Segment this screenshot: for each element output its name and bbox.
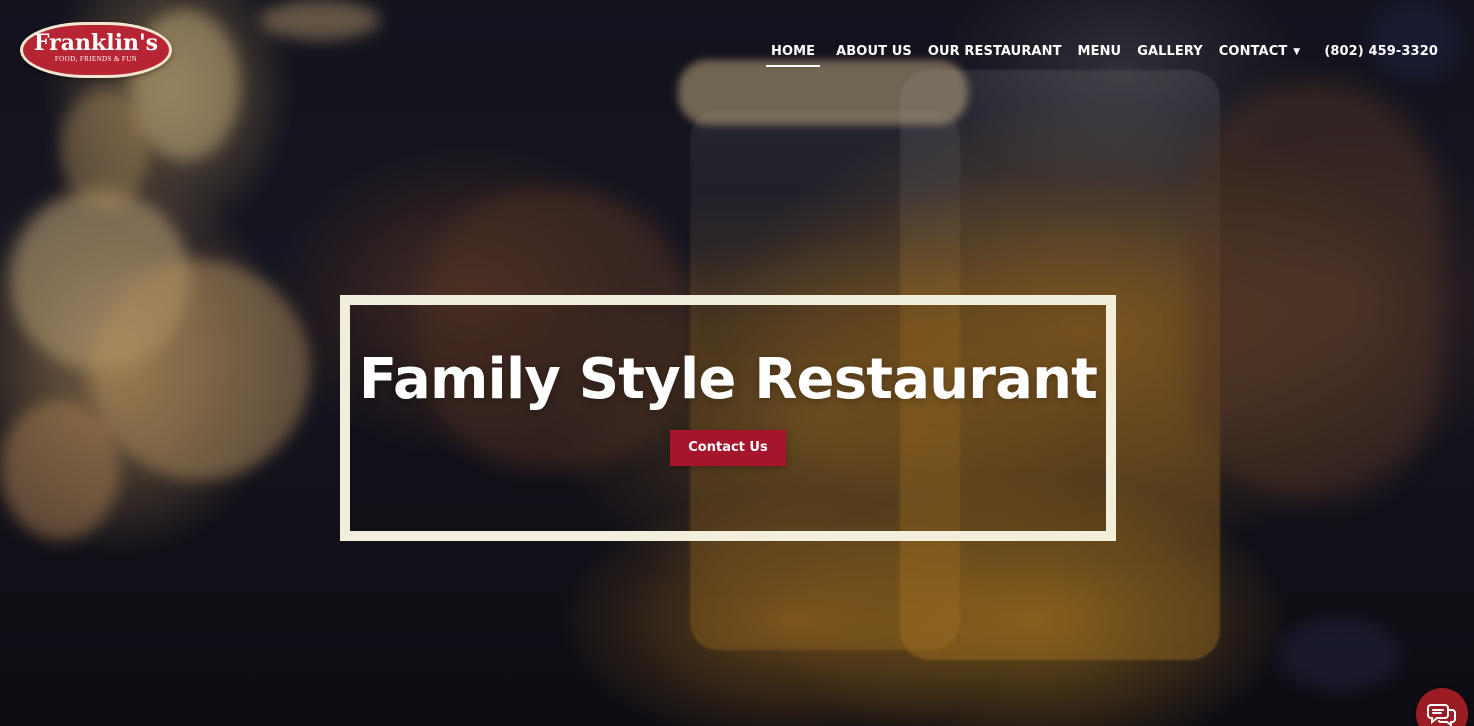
chat-bubbles-icon bbox=[1427, 704, 1456, 726]
nav-item-our-restaurant[interactable]: OUR RESTAURANT bbox=[928, 40, 1062, 62]
hero-frame: Family Style Restaurant Contact Us bbox=[340, 295, 1116, 541]
restaurant-homepage: Franklin's FOOD, FRIENDS & FUN HOME ABOU… bbox=[0, 0, 1474, 726]
logo-name: Franklin's bbox=[33, 30, 159, 56]
phone-number: (802) 459-3320 bbox=[1324, 43, 1438, 59]
nav-item-menu[interactable]: MENU bbox=[1078, 40, 1122, 62]
nav-item-gallery[interactable]: GALLERY bbox=[1137, 40, 1203, 62]
nav-item-label: CONTACT bbox=[1218, 43, 1288, 59]
nav-item-label: GALLERY bbox=[1137, 43, 1203, 59]
contact-us-button[interactable]: Contact Us bbox=[670, 429, 786, 466]
nav-item-about-us[interactable]: ABOUT US bbox=[836, 40, 912, 62]
nav-item-label: HOME bbox=[770, 43, 816, 59]
site-logo[interactable]: Franklin's FOOD, FRIENDS & FUN bbox=[20, 22, 172, 78]
nav-item-label: OUR RESTAURANT bbox=[927, 43, 1062, 59]
nav-item-home[interactable]: HOME bbox=[765, 40, 821, 67]
chevron-down-icon: ▼ bbox=[1293, 47, 1301, 57]
nav-item-label: ABOUT US bbox=[836, 43, 912, 59]
nav-item-label: MENU bbox=[1077, 43, 1122, 59]
phone-link[interactable]: (802) 459-3320 bbox=[1324, 40, 1438, 62]
nav-item-contact[interactable]: CONTACT ▼ bbox=[1219, 40, 1301, 62]
main-navigation: HOME ABOUT US OUR RESTAURANT MENU GALLER… bbox=[765, 40, 1438, 67]
hero-title: Family Style Restaurant bbox=[358, 347, 1098, 412]
